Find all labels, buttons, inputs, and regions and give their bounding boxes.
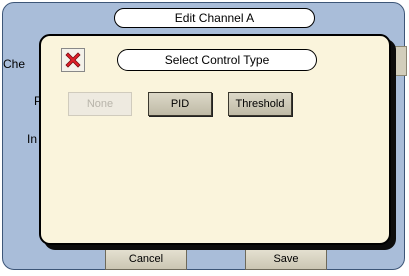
dialog-title: Select Control Type xyxy=(117,49,317,71)
save-button[interactable]: Save xyxy=(245,249,327,270)
check-label-partial: Che xyxy=(3,57,26,71)
obscured-button[interactable] xyxy=(390,46,407,76)
window-title: Edit Channel A xyxy=(114,8,315,28)
threshold-button[interactable]: Threshold xyxy=(228,92,292,116)
pid-button[interactable]: PID xyxy=(148,92,212,116)
close-x-icon xyxy=(65,52,81,68)
cancel-button[interactable]: Cancel xyxy=(105,249,187,270)
close-button[interactable] xyxy=(61,48,85,72)
none-button[interactable]: None xyxy=(68,92,132,116)
in-label-partial: In xyxy=(27,132,38,146)
select-control-type-dialog: Select Control Type None PID Threshold xyxy=(39,34,391,245)
